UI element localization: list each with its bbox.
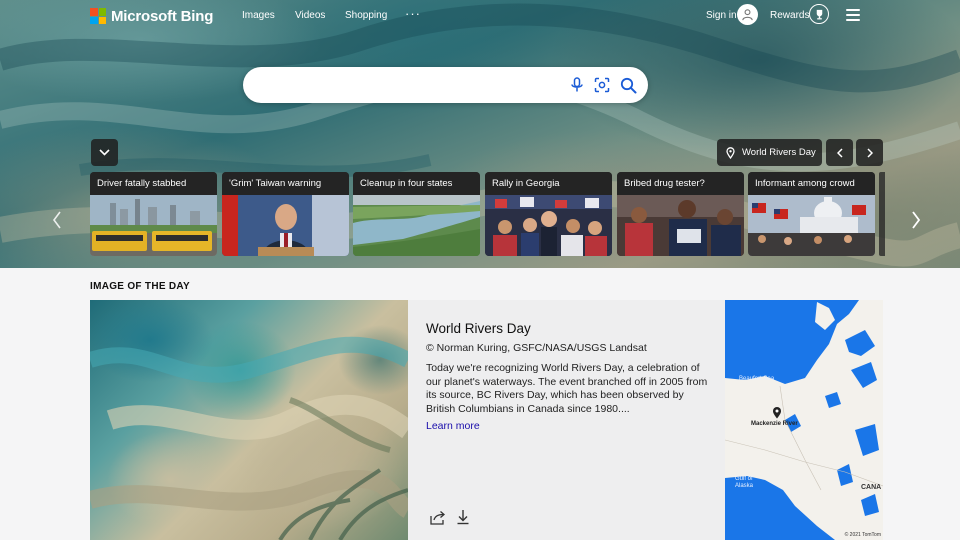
- news-card-title: 'Grim' Taiwan warning: [222, 172, 349, 195]
- chevron-down-icon: [99, 149, 110, 156]
- learn-more-link[interactable]: Learn more: [426, 420, 480, 432]
- search-input[interactable]: [261, 75, 555, 97]
- map-pin-icon: [773, 407, 781, 419]
- search-box: [243, 67, 648, 103]
- news-card[interactable]: Driver fatally stabbed: [90, 172, 217, 256]
- hamburger-menu-button[interactable]: [846, 9, 860, 21]
- user-icon: [742, 9, 753, 21]
- news-card-image: [90, 195, 217, 256]
- rewards-button[interactable]: [809, 4, 829, 24]
- iotd-image-texture: [90, 336, 408, 540]
- news-card[interactable]: Cleanup in four states: [353, 172, 480, 256]
- news-card-title: Driver fatally stabbed: [90, 172, 217, 195]
- microsoft-logo-icon: [90, 8, 106, 24]
- news-card-image: [353, 195, 480, 256]
- bing-logo[interactable]: Microsoft Bing: [90, 6, 213, 26]
- location-map[interactable]: Beaufort Sea Mackenzie River Gulf of Ala…: [725, 300, 883, 540]
- visual-search-button[interactable]: [592, 75, 612, 95]
- camera-scan-icon: [594, 77, 610, 93]
- news-card-image: [617, 195, 744, 256]
- iotd-title: World Rivers Day: [426, 321, 531, 336]
- map-label-beaufort-sea: Beaufort Sea: [739, 376, 775, 382]
- topic-location-pill[interactable]: World Rivers Day: [717, 139, 822, 166]
- microphone-icon: [571, 77, 583, 92]
- iotd-credit: © Norman Kuring, GSFC/NASA/USGS Landsat: [426, 342, 647, 354]
- chevron-right-icon: [866, 147, 873, 158]
- nav-images[interactable]: Images: [242, 10, 275, 21]
- iotd-heading: IMAGE OF THE DAY: [90, 281, 190, 292]
- logo-text: Microsoft Bing: [111, 7, 214, 25]
- news-card[interactable]: Informant among crowd: [748, 172, 875, 256]
- news-card-image: [485, 195, 612, 256]
- download-button[interactable]: [454, 508, 472, 526]
- avatar[interactable]: [737, 4, 758, 25]
- search-submit-button[interactable]: [618, 75, 638, 95]
- share-button[interactable]: [429, 508, 447, 526]
- nav-more-button[interactable]: ···: [405, 6, 421, 21]
- news-card-image: [748, 195, 875, 256]
- map-land: [725, 300, 883, 540]
- news-card-title: Informant among crowd: [748, 172, 875, 195]
- iotd-description: Today we're recognizing World Rivers Day…: [426, 362, 708, 415]
- menu-line: [846, 14, 860, 16]
- location-pin-icon: [726, 146, 735, 159]
- map-label-mackenzie-river: Mackenzie River: [751, 421, 798, 427]
- nav-videos[interactable]: Videos: [295, 10, 325, 21]
- news-card[interactable]: 'Grim' Taiwan warning: [222, 172, 349, 256]
- trophy-icon: [816, 9, 822, 19]
- map-label-canada: CANA: [861, 484, 882, 491]
- map-copyright: © 2021 TomTom: [844, 532, 881, 538]
- news-card-title: Cleanup in four states: [353, 172, 480, 195]
- news-card[interactable]: Bribed drug tester?: [617, 172, 744, 256]
- carousel-next-button[interactable]: [856, 139, 883, 166]
- topic-label: World Rivers Day: [742, 147, 816, 158]
- rewards-link[interactable]: Rewards: [770, 10, 809, 21]
- collapse-feed-button[interactable]: [91, 139, 118, 166]
- news-card[interactable]: Rally in Georgia: [485, 172, 612, 256]
- news-card-image: [222, 195, 349, 256]
- news-card-title: Rally in Georgia: [485, 172, 612, 195]
- chevron-left-icon: [836, 147, 843, 158]
- map-label-gulf-of-alaska: Gulf of Alaska: [735, 476, 754, 489]
- iotd-info-panel: World Rivers Day © Norman Kuring, GSFC/N…: [408, 300, 725, 540]
- chevron-left-icon: [53, 211, 61, 229]
- menu-line: [846, 9, 860, 11]
- news-card-title: Bribed drug tester?: [617, 172, 744, 195]
- next-card-peek: [879, 172, 885, 256]
- chevron-right-icon: [912, 211, 921, 229]
- iotd-image[interactable]: [90, 300, 408, 540]
- nav-shopping[interactable]: Shopping: [345, 10, 387, 21]
- download-icon: [457, 510, 469, 525]
- news-scroll-left-button[interactable]: [50, 208, 64, 232]
- menu-line: [846, 19, 860, 21]
- voice-search-button[interactable]: [567, 75, 587, 95]
- carousel-prev-button[interactable]: [826, 139, 853, 166]
- search-icon: [620, 77, 636, 93]
- news-scroll-right-button[interactable]: [909, 208, 923, 232]
- share-icon: [430, 510, 445, 525]
- signin-link[interactable]: Sign in: [706, 10, 737, 21]
